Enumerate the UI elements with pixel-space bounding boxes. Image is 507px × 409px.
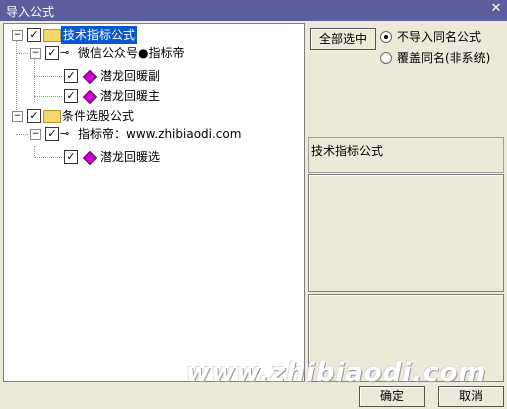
no-import-radio[interactable] bbox=[380, 31, 392, 43]
collapse-toggle[interactable]: − bbox=[30, 129, 41, 140]
formula-info-text: 技术指标公式 bbox=[311, 144, 384, 158]
tree-guide-line bbox=[16, 134, 28, 135]
collapse-toggle[interactable]: − bbox=[12, 111, 23, 122]
folder-icon bbox=[43, 110, 61, 123]
select-all-button[interactable]: 全部选中 bbox=[310, 28, 376, 50]
node-label: 潜龙回暖副 bbox=[100, 69, 161, 83]
node-label: 微信公众号●指标帝 bbox=[78, 46, 185, 60]
node-checkbox[interactable]: ✓ bbox=[64, 89, 78, 103]
title-bar: 导入公式 ✕ bbox=[0, 0, 507, 21]
node-label: 潜龙回暖主 bbox=[100, 89, 161, 103]
node-label: 指标帝：www.zhibiaodi.com bbox=[78, 127, 242, 141]
no-import-label: 不导入同名公式 bbox=[397, 30, 482, 44]
tree-guide-line bbox=[34, 96, 62, 97]
formula-diamond-icon bbox=[82, 89, 98, 105]
collapse-toggle[interactable]: − bbox=[30, 48, 41, 59]
node-checkbox[interactable]: ✓ bbox=[45, 46, 59, 60]
overwrite-label: 覆盖同名(非系统) bbox=[397, 51, 491, 65]
formula-description-box bbox=[308, 174, 504, 292]
cancel-button[interactable]: 取消 bbox=[438, 386, 504, 407]
key-icon: ⊸ bbox=[60, 46, 70, 59]
import-formula-dialog: 导入公式 ✕ − ✓ 技术指标公式 − ✓ ⊸ 微信公众号●指标帝 ✓ 潜龙回暖… bbox=[0, 0, 507, 409]
node-label: 潜龙回暖选 bbox=[100, 150, 161, 164]
formula-info-panel: 技术指标公式 bbox=[308, 137, 504, 173]
dialog-title: 导入公式 bbox=[6, 5, 55, 19]
node-checkbox[interactable]: ✓ bbox=[27, 28, 41, 42]
site-watermark: www.zhibiaodi.com bbox=[186, 358, 487, 388]
tree-node-stock-screening[interactable]: − ✓ 条件选股公式 bbox=[4, 107, 304, 125]
tree-node-tech-indicators[interactable]: − ✓ 技术指标公式 bbox=[4, 26, 304, 44]
overwrite-radio[interactable] bbox=[380, 52, 392, 64]
collapse-toggle[interactable]: − bbox=[12, 30, 23, 41]
tree-guide-line bbox=[16, 53, 28, 54]
node-label: 条件选股公式 bbox=[62, 109, 135, 123]
formula-diamond-icon bbox=[82, 69, 98, 85]
node-checkbox[interactable]: ✓ bbox=[27, 109, 41, 123]
tree-node-site-group[interactable]: − ✓ ⊸ 指标帝：www.zhibiaodi.com bbox=[4, 125, 304, 143]
tree-guide-line bbox=[34, 76, 62, 77]
formula-diamond-icon bbox=[82, 150, 98, 166]
key-icon: ⊸ bbox=[60, 127, 70, 140]
node-checkbox[interactable]: ✓ bbox=[45, 127, 59, 141]
folder-icon bbox=[43, 29, 61, 42]
node-checkbox[interactable]: ✓ bbox=[64, 69, 78, 83]
formula-tree[interactable]: − ✓ 技术指标公式 − ✓ ⊸ 微信公众号●指标帝 ✓ 潜龙回暖副 ✓ 潜龙回… bbox=[3, 23, 305, 382]
node-checkbox[interactable]: ✓ bbox=[64, 150, 78, 164]
node-label: 技术指标公式 bbox=[61, 26, 138, 44]
tree-node-wechat-group[interactable]: − ✓ ⊸ 微信公众号●指标帝 bbox=[4, 44, 304, 62]
tree-guide-line bbox=[34, 157, 62, 158]
ok-button[interactable]: 确定 bbox=[359, 386, 425, 407]
close-icon[interactable]: ✕ bbox=[489, 2, 503, 16]
